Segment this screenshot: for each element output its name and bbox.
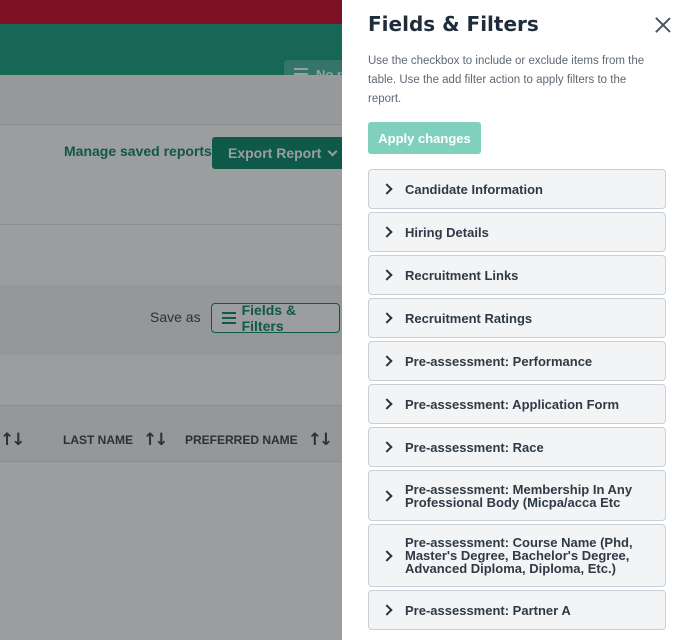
section-pre-assessment-course-name[interactable]: Pre-assessment: Course Name (Phd, Master… — [368, 524, 666, 587]
chevron-right-icon — [381, 604, 393, 616]
section-recruitment-ratings[interactable]: Recruitment Ratings — [368, 298, 666, 338]
chevron-right-icon — [381, 355, 393, 367]
section-label: Pre-assessment: Partner A — [405, 602, 571, 618]
section-label: Pre-assessment: Course Name (Phd, Master… — [405, 535, 633, 576]
section-pre-assessment-partner-a[interactable]: Pre-assessment: Partner A — [368, 590, 666, 630]
section-label: Recruitment Ratings — [405, 310, 533, 326]
section-label: Pre-assessment: Race — [405, 439, 544, 455]
fields-filters-drawer: Fields & Filters Use the checkbox to inc… — [342, 0, 688, 640]
section-label: Pre-assessment: Performance — [405, 353, 593, 369]
chevron-right-icon — [381, 269, 393, 281]
section-label: Pre-assessment: Application Form — [405, 396, 620, 412]
chevron-right-icon — [381, 489, 393, 502]
section-pre-assessment-application-form[interactable]: Pre-assessment: Application Form — [368, 384, 666, 424]
chevron-right-icon — [381, 549, 393, 562]
apply-changes-button[interactable]: Apply changes — [368, 122, 481, 154]
section-label: Pre-assessment: Membership In Any Profes… — [405, 481, 633, 510]
drawer-description: Use the checkbox to include or exclude i… — [368, 55, 645, 105]
chevron-right-icon — [381, 398, 393, 410]
section-hiring-details[interactable]: Hiring Details — [368, 212, 666, 252]
chevron-right-icon — [381, 441, 393, 453]
chevron-right-icon — [381, 312, 393, 324]
section-pre-assessment-membership[interactable]: Pre-assessment: Membership In Any Profes… — [368, 470, 666, 521]
section-label: Recruitment Links — [405, 267, 519, 283]
section-label: Candidate Information — [405, 181, 543, 197]
section-candidate-information[interactable]: Candidate Information — [368, 169, 666, 209]
section-recruitment-links[interactable]: Recruitment Links — [368, 255, 666, 295]
section-pre-assessment-race[interactable]: Pre-assessment: Race — [368, 427, 666, 467]
chevron-right-icon — [381, 183, 393, 195]
chevron-right-icon — [381, 226, 393, 238]
section-pre-assessment-performance[interactable]: Pre-assessment: Performance — [368, 341, 666, 381]
drawer-title: Fields & Filters — [368, 12, 539, 36]
close-icon[interactable] — [654, 16, 672, 34]
section-label: Hiring Details — [405, 224, 489, 240]
